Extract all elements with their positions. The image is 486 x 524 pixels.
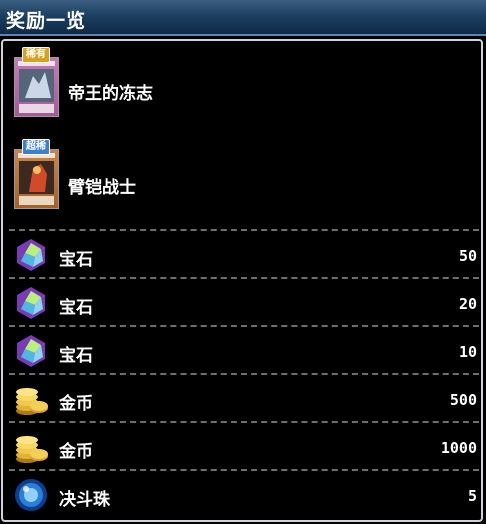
item-quantity: 5 <box>467 487 477 505</box>
card-image: 稀有 <box>14 47 59 117</box>
card-name: 臂铠战士 <box>68 178 136 198</box>
item-label: 宝石 <box>59 250 93 270</box>
rarity-badge: 超稀 <box>22 139 50 155</box>
gem-icon <box>17 287 45 319</box>
rarity-badge: 稀有 <box>22 47 50 63</box>
card-image: 超稀 <box>14 139 59 209</box>
reward-row-card[interactable]: 稀有 帝王的冻志 <box>9 47 479 131</box>
gold-coin-icon <box>16 436 48 463</box>
row-divider <box>9 277 479 279</box>
reward-row-item[interactable]: 金币 1000 <box>9 427 479 471</box>
item-quantity: 10 <box>458 343 477 361</box>
item-quantity: 1000 <box>440 439 477 457</box>
panel-header: 奖励一览 <box>0 0 486 36</box>
item-label: 宝石 <box>59 298 93 318</box>
panel-title: 奖励一览 <box>6 10 87 32</box>
gem-icon <box>17 335 45 367</box>
item-quantity: 20 <box>458 295 477 313</box>
reward-row-item[interactable]: 宝石 50 <box>9 235 479 279</box>
gold-coin-icon <box>16 388 48 415</box>
reward-row-item[interactable]: 宝石 10 <box>9 331 479 375</box>
reward-row-item[interactable]: 金币 500 <box>9 379 479 423</box>
item-label: 决斗珠 <box>59 490 110 510</box>
item-label: 宝石 <box>59 346 93 366</box>
duel-orb-icon <box>15 479 47 511</box>
item-label: 金币 <box>59 394 93 414</box>
row-divider <box>9 421 479 423</box>
row-divider <box>9 325 479 327</box>
item-quantity: 500 <box>449 391 477 409</box>
reward-list[interactable]: 稀有 帝王的冻志 超稀 臂铠战士 宝石 50 宝石 20 宝石 10 金币 50… <box>1 39 483 522</box>
row-divider <box>9 229 479 231</box>
item-label: 金币 <box>59 442 93 462</box>
gem-icon <box>17 239 45 271</box>
reward-row-card[interactable]: 超稀 臂铠战士 <box>9 139 479 223</box>
reward-row-item[interactable]: 决斗珠 5 <box>9 475 479 519</box>
item-quantity: 50 <box>458 247 477 265</box>
row-divider <box>9 373 479 375</box>
row-divider <box>9 469 479 471</box>
reward-list-panel: 奖励一览 稀有 帝王的冻志 超稀 臂铠战士 宝石 50 宝石 20 宝石 10 … <box>0 0 486 524</box>
card-name: 帝王的冻志 <box>68 84 153 104</box>
reward-row-item[interactable]: 宝石 20 <box>9 283 479 327</box>
